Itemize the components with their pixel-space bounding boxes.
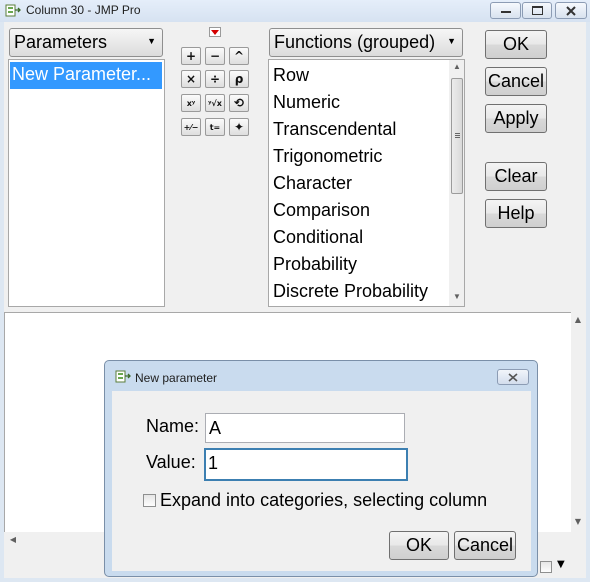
add-key[interactable]: + xyxy=(181,47,201,65)
expand-categories-label: Expand into categories, selecting column xyxy=(160,490,488,510)
peel-key[interactable]: ρ xyxy=(229,70,249,88)
red-triangle-icon xyxy=(211,29,219,35)
subtract-key-glyph: − xyxy=(209,49,221,63)
assign-key-glyph: t= xyxy=(209,122,221,132)
status-dropdown-arrow-icon[interactable]: ▼ xyxy=(557,559,565,570)
clear-button[interactable]: Clear xyxy=(485,162,547,191)
divide-key-glyph: ÷ xyxy=(209,72,221,86)
power-key-glyph: xʸ xyxy=(186,98,196,108)
dialog-close-button[interactable] xyxy=(497,369,529,385)
new-parameter-dialog: New parameter Name: A Value: 1 Expand in… xyxy=(104,360,538,577)
cancel-button[interactable]: Cancel xyxy=(485,67,547,96)
negate-key[interactable]: +⁄− xyxy=(181,118,201,136)
dialog-body: Name: A Value: 1 Expand into categories,… xyxy=(112,391,531,571)
raise-key-glyph: ^ xyxy=(233,49,245,63)
multiply-key[interactable]: × xyxy=(181,70,201,88)
function-group-conditional[interactable]: Conditional xyxy=(273,227,363,254)
editor-vertical-scrollbar[interactable]: ▲ ▼ xyxy=(571,312,586,542)
function-group-trigonometric[interactable]: Trigonometric xyxy=(273,146,382,173)
add-key-glyph: + xyxy=(185,49,197,63)
scroll-up-icon[interactable]: ▲ xyxy=(450,62,464,71)
peel-key-glyph: ρ xyxy=(234,72,244,86)
dialog-cancel-button[interactable]: Cancel xyxy=(454,531,516,560)
fire-key-glyph: ✦ xyxy=(233,120,245,134)
functions-dropdown-label: Functions (grouped) xyxy=(274,32,436,52)
functions-scrollbar[interactable]: ▲ ▼ xyxy=(449,60,464,306)
swap-key[interactable]: ⟲ xyxy=(229,94,249,112)
function-group-probability[interactable]: Probability xyxy=(273,254,357,281)
scrollbar-thumb[interactable] xyxy=(451,78,463,194)
apply-button[interactable]: Apply xyxy=(485,104,547,133)
scroll-left-icon[interactable]: ◀ xyxy=(6,535,20,544)
formula-editor-window: Column 30 - JMP Pro Parameters ▼ New Par… xyxy=(0,0,590,582)
functions-list[interactable]: Row Numeric Transcendental Trigonometric… xyxy=(268,59,465,307)
function-group-numeric[interactable]: Numeric xyxy=(273,92,340,119)
value-label: Value: xyxy=(146,452,196,472)
ok-button[interactable]: OK xyxy=(485,30,547,59)
jmp-app-icon xyxy=(5,4,21,17)
dropdown-arrow-icon: ▼ xyxy=(147,36,156,46)
close-icon xyxy=(566,5,576,16)
root-key[interactable]: ʸ√x xyxy=(205,94,225,112)
root-key-glyph: ʸ√x xyxy=(208,98,222,108)
status-checkbox[interactable] xyxy=(540,561,552,573)
jmp-app-icon xyxy=(115,370,131,383)
negate-key-glyph: +⁄− xyxy=(183,122,199,132)
function-group-comparison[interactable]: Comparison xyxy=(273,200,370,227)
subtract-key[interactable]: − xyxy=(205,47,225,65)
function-group-discrete-probability[interactable]: Discrete Probability xyxy=(273,281,428,306)
multiply-key-glyph: × xyxy=(185,72,197,86)
function-group-transcendental[interactable]: Transcendental xyxy=(273,119,396,146)
dropdown-arrow-icon: ▼ xyxy=(447,36,456,46)
expand-categories-checkbox[interactable] xyxy=(143,494,156,507)
help-button[interactable]: Help xyxy=(485,199,547,228)
name-label: Name: xyxy=(146,416,200,436)
scroll-down-icon[interactable]: ▼ xyxy=(571,517,585,526)
fire-key[interactable]: ✦ xyxy=(229,118,249,136)
dialog-title: New parameter xyxy=(135,371,218,385)
name-field[interactable]: A xyxy=(205,413,405,443)
window-title: Column 30 - JMP Pro xyxy=(26,3,141,17)
value-field[interactable]: 1 xyxy=(204,448,408,481)
parameters-dropdown[interactable]: Parameters ▼ xyxy=(9,28,163,57)
maximize-icon xyxy=(531,6,543,15)
parameters-dropdown-label: Parameters xyxy=(14,32,108,52)
power-key[interactable]: xʸ xyxy=(181,94,201,112)
dialog-ok-button[interactable]: OK xyxy=(389,531,449,560)
title-bar: Column 30 - JMP Pro xyxy=(0,0,590,22)
function-group-character[interactable]: Character xyxy=(273,173,352,200)
parameters-list[interactable]: New Parameter... xyxy=(8,59,165,307)
functions-dropdown[interactable]: Functions (grouped) ▼ xyxy=(269,28,463,57)
close-button[interactable] xyxy=(555,2,587,19)
raise-key[interactable]: ^ xyxy=(229,47,249,65)
minimize-button[interactable] xyxy=(490,2,521,19)
keypad-collapse-toggle[interactable] xyxy=(209,27,221,37)
maximize-button[interactable] xyxy=(522,2,552,19)
divide-key[interactable]: ÷ xyxy=(205,70,225,88)
close-icon xyxy=(508,372,518,382)
scroll-down-icon[interactable]: ▼ xyxy=(450,292,464,301)
parameter-item-new[interactable]: New Parameter... xyxy=(10,62,162,89)
minimize-icon xyxy=(500,10,511,13)
swap-key-glyph: ⟲ xyxy=(233,96,245,110)
scroll-up-icon[interactable]: ▲ xyxy=(571,315,585,324)
assign-key[interactable]: t= xyxy=(205,118,225,136)
function-group-row[interactable]: Row xyxy=(273,65,309,92)
